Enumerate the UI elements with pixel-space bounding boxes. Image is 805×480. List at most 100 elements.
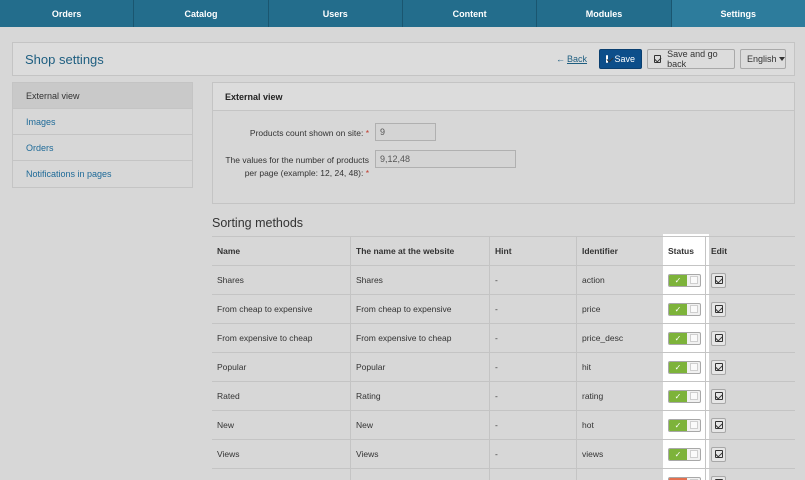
cell-status: ✓ [663, 266, 705, 294]
toggle-knob [687, 275, 700, 286]
status-toggle[interactable]: ✓ [668, 273, 701, 287]
top-navigation: Orders Catalog Users Content Modules Set… [0, 0, 805, 27]
sorting-methods-title: Sorting methods [212, 216, 304, 230]
cell-edit [705, 295, 795, 323]
edit-button[interactable] [711, 359, 726, 375]
table-body: Shares Shares - action ✓ From cheap to expens… [212, 266, 795, 480]
external-view-panel: External view Products count shown on si… [212, 82, 795, 204]
cell-site-name: Shares [350, 266, 489, 294]
cell-site-name: From expensive to cheap [350, 324, 489, 352]
page-title: Shop settings [25, 52, 104, 67]
cell-hint: - [489, 295, 576, 323]
cell-identifier: topsales [576, 469, 663, 480]
cell-hint: - [489, 382, 576, 410]
save-label: Save [614, 54, 635, 64]
cell-name: Popular [217, 362, 247, 372]
edit-icon [714, 450, 723, 458]
cell-edit [705, 324, 795, 352]
cell-edit [705, 266, 795, 294]
cell-identifier: hot [576, 411, 663, 439]
caret-down-icon [778, 57, 785, 61]
cell-hint: - [489, 353, 576, 381]
toggle-knob [687, 449, 700, 460]
cell-name: From expensive to cheap [217, 333, 313, 343]
check-icon: ✓ [669, 361, 687, 373]
cell-hint: - [489, 440, 576, 468]
check-icon: ✓ [669, 448, 687, 460]
products-count-input[interactable]: 9 [375, 123, 436, 141]
cell-identifier: action [576, 266, 663, 294]
table-row: From cheap to expensive From cheap to exp… [212, 295, 795, 324]
status-toggle[interactable]: ✓ [668, 447, 701, 461]
check-icon: ✓ [669, 390, 687, 402]
sidebar-item-external-view[interactable]: External view [13, 83, 192, 109]
nav-settings[interactable]: Settings [671, 0, 805, 27]
status-toggle[interactable]: ✓ [668, 302, 701, 316]
cell-name: Rated [217, 391, 240, 401]
status-toggle[interactable]: ✓ [668, 331, 701, 345]
edit-button[interactable] [711, 388, 726, 404]
edit-button[interactable] [711, 446, 726, 462]
save-and-go-back-button[interactable]: Save and go back [647, 49, 735, 69]
column-header-name: Name [217, 246, 241, 256]
edit-icon [714, 392, 723, 400]
language-dropdown[interactable]: English [740, 49, 786, 69]
panel-heading: External view [213, 83, 794, 111]
cell-hint: - [489, 411, 576, 439]
edit-button[interactable] [711, 417, 726, 433]
table-row: Rated Rating - rating ✓ [212, 382, 795, 411]
column-header-status: Status [668, 246, 694, 256]
save-button[interactable]: Save [599, 49, 642, 69]
cell-name: Shares [217, 275, 244, 285]
cell-status: ✕ [663, 469, 705, 480]
per-page-input[interactable]: 9,12,48 [375, 150, 516, 168]
cell-identifier: price_desc [576, 324, 663, 352]
nav-modules[interactable]: Modules [537, 0, 672, 27]
toggle-knob [687, 420, 700, 431]
edit-icon [714, 334, 723, 342]
table-row: Shares Shares - action ✓ [212, 266, 795, 295]
cell-status: ✓ [663, 382, 705, 410]
status-toggle[interactable]: ✓ [668, 360, 701, 374]
cell-name: Top sales [212, 469, 350, 480]
edit-button[interactable] [711, 272, 726, 288]
cell-status: ✓ [663, 440, 705, 468]
sidebar-item-notifications[interactable]: Notifications in pages [13, 161, 192, 187]
nav-users[interactable]: Users [269, 0, 403, 27]
table-header-row: Name The name at the website Hint Identi… [212, 237, 795, 266]
cell-name: From cheap to expensive [217, 304, 313, 314]
edit-button[interactable] [711, 330, 726, 346]
edit-button[interactable] [711, 475, 726, 480]
nav-orders[interactable]: Orders [0, 0, 135, 27]
back-label: Back [567, 54, 588, 64]
edit-icon [714, 363, 723, 371]
column-header-site-name: The name at the website [350, 237, 489, 265]
table-row: Popular Popular - hit ✓ [212, 353, 795, 382]
sidebar-item-orders[interactable]: Orders [13, 135, 192, 161]
cell-hint: - [489, 266, 576, 294]
nav-catalog[interactable]: Catalog [134, 0, 269, 27]
sorting-table: Name The name at the website Hint Identi… [212, 236, 795, 480]
table-row: Views Views - views ✓ [212, 440, 795, 469]
cell-site-name: New [350, 411, 489, 439]
cell-site-name: From cheap to expensive [350, 295, 489, 323]
cell-edit [705, 382, 795, 410]
cell-edit [705, 469, 795, 480]
per-page-label: The values for the number of products pe… [225, 155, 369, 178]
column-header-identifier: Identifier [576, 237, 663, 265]
check-icon [606, 55, 609, 63]
status-toggle[interactable]: ✓ [668, 389, 701, 403]
status-toggle[interactable]: ✕ [668, 476, 701, 480]
status-toggle[interactable]: ✓ [668, 418, 701, 432]
settings-sidebar: External view Images Orders Notification… [12, 82, 193, 188]
edit-button[interactable] [711, 301, 726, 317]
cell-identifier: views [576, 440, 663, 468]
cell-identifier: price [576, 295, 663, 323]
nav-content[interactable]: Content [403, 0, 538, 27]
sidebar-item-images[interactable]: Images [13, 109, 192, 135]
arrow-left-icon: ← [556, 54, 565, 64]
page-header: Shop settings ← Back Save Save and go bac… [12, 42, 795, 76]
cell-name: Views [217, 449, 240, 459]
back-link[interactable]: ← Back [556, 54, 587, 64]
cell-site-name: Top sales [350, 469, 489, 480]
